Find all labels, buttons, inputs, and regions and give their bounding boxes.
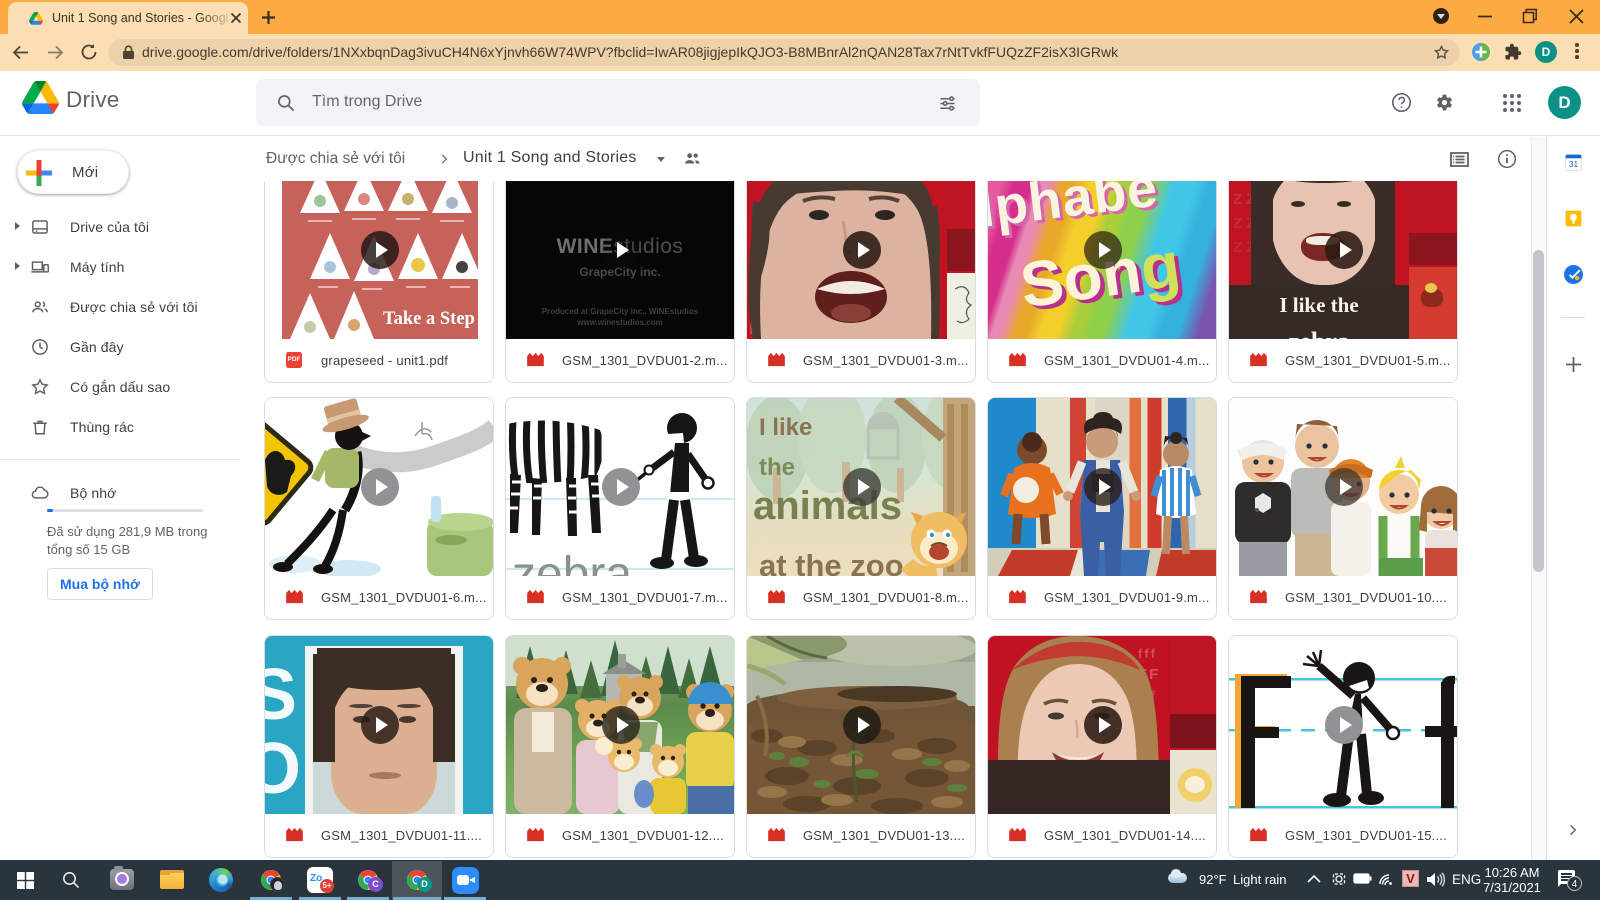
svg-text:31: 31 bbox=[1569, 159, 1579, 169]
svg-text:zebra: zebra bbox=[512, 548, 632, 576]
